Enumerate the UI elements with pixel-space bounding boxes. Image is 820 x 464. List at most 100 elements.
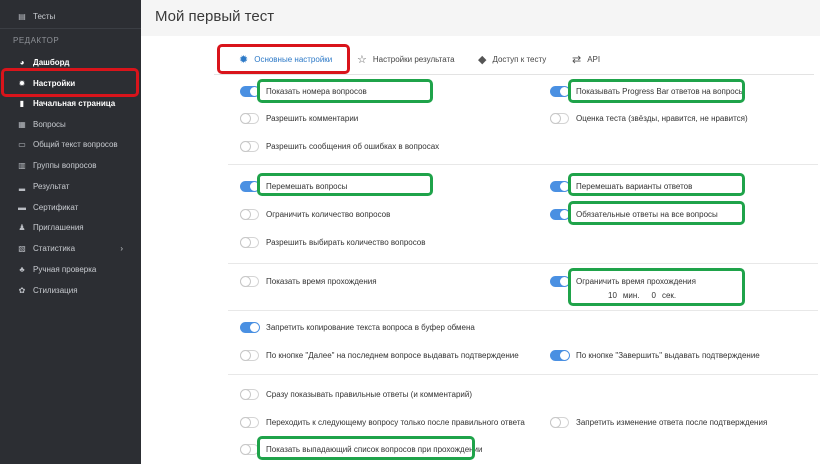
highlight-shuffle-answers (568, 173, 745, 196)
sidebar-item-label: Начальная страница (33, 98, 116, 108)
toggle-confirm-finish[interactable]: По кнопке "Завершить" выдавать подтвержд… (550, 348, 760, 362)
tab-api[interactable]: ⇄ API (572, 44, 600, 74)
highlight-show-numbers (257, 79, 433, 103)
list-icon: ▦ (18, 119, 26, 129)
section-divider (228, 374, 818, 375)
toggle-error-reports[interactable]: Разрешить сообщения об ошибках в вопроса… (240, 139, 439, 153)
section-divider (228, 164, 818, 165)
sidebar-item-invitations[interactable]: ♟ Приглашения (0, 217, 141, 237)
section-divider (228, 263, 818, 264)
users-icon: ♣ (19, 264, 25, 274)
tab-highlight (217, 44, 350, 74)
sidebar-item-manual-check[interactable]: ♣ Ручная проверка (0, 259, 141, 279)
setting-label: Разрешить комментарии (266, 113, 359, 123)
toggle-show-correct[interactable]: Сразу показывать правильные ответы (и ко… (240, 387, 472, 401)
toggle-rating[interactable]: Оценка теста (звёзды, нравится, не нрави… (550, 111, 748, 125)
sidebar-item-label: Приглашения (33, 222, 84, 232)
sidebar-item-styling[interactable]: ✿ Стилизация (0, 280, 141, 300)
toggle-switch[interactable] (550, 180, 570, 192)
palette-icon: ✿ (18, 285, 26, 295)
sidebar-divider (0, 28, 141, 29)
page-icon: ▮ (19, 98, 25, 108)
toggle-switch[interactable] (240, 388, 259, 400)
sidebar-item-label: Стилизация (33, 285, 78, 295)
toggle-switch[interactable] (240, 208, 259, 220)
toggle-switch[interactable] (240, 112, 259, 124)
sidebar-item-tests[interactable]: ▤ Тесты (0, 6, 141, 26)
setting-label: Запретить копирование текста вопроса в б… (266, 322, 475, 332)
toggle-switch[interactable] (550, 416, 569, 428)
highlight-required-answers (568, 201, 745, 225)
toggle-next-after-correct[interactable]: Переходить к следующему вопросу только п… (240, 415, 525, 429)
setting-label: Сразу показывать правильные ответы (и ко… (266, 389, 472, 399)
tab-access[interactable]: ◆ Доступ к тесту (478, 44, 546, 74)
toggle-switch[interactable] (240, 321, 260, 333)
toggle-switch[interactable] (240, 236, 259, 248)
toggle-switch[interactable] (240, 349, 259, 361)
setting-label: Переходить к следующему вопросу только п… (266, 417, 525, 427)
sidebar-item-label: Дашборд (33, 57, 70, 67)
setting-label: Показать время прохождения (266, 276, 377, 286)
setting-label: Разрешить сообщения об ошибках в вопроса… (266, 141, 440, 151)
sidebar-item-label: Результат (33, 181, 70, 191)
layers-icon: ▥ (18, 160, 26, 170)
setting-label: Запретить изменение ответа после подтвер… (576, 417, 768, 427)
toggle-switch[interactable] (550, 275, 570, 287)
tab-label: Доступ к тесту (492, 54, 547, 64)
toggle-show-time[interactable]: Показать время прохождения (240, 274, 377, 288)
stats-icon: ▧ (18, 243, 26, 253)
toggle-no-copy[interactable]: Запретить копирование текста вопроса в б… (240, 320, 475, 334)
toggle-switch[interactable] (550, 349, 570, 361)
sidebar-item-common-text[interactable]: ▭ Общий текст вопросов (0, 134, 141, 154)
dashboard-icon: ◕ (19, 57, 25, 67)
sidebar-item-label: Вопросы (33, 119, 66, 129)
toggle-allow-comments[interactable]: Разрешить комментарии (240, 111, 358, 125)
toggle-choose-count[interactable]: Разрешить выбирать количество вопросов (240, 235, 426, 249)
certificate-icon: ▬ (18, 202, 26, 212)
setting-label: Оценка теста (звёзды, нравится, не нрави… (576, 113, 748, 123)
toggle-switch[interactable] (550, 112, 569, 124)
toggle-switch[interactable] (240, 275, 259, 287)
sidebar-item-label: Сертификат (33, 202, 79, 212)
toggle-no-change-after-confirm[interactable]: Запретить изменение ответа после подтвер… (550, 415, 767, 429)
sidebar-item-certificate[interactable]: ▬ Сертификат (0, 197, 141, 217)
sidebar-item-question-groups[interactable]: ▥ Группы вопросов (0, 155, 141, 175)
sidebar-item-label: Общий текст вопросов (33, 139, 118, 149)
toggle-switch[interactable] (240, 416, 259, 428)
toggle-switch[interactable] (550, 208, 570, 220)
toggle-switch[interactable] (550, 85, 570, 97)
section-divider (228, 310, 818, 311)
toggle-limit-questions[interactable]: Ограничить количество вопросов (240, 207, 390, 221)
sidebar-item-result[interactable]: ▂ Результат (0, 176, 141, 196)
setting-label: По кнопке "Завершить" выдавать подтвержд… (576, 350, 760, 360)
shield-icon: ◆ (478, 53, 487, 66)
page-title: Мой первый тест (155, 8, 275, 25)
sidebar-item-statistics[interactable]: ▧ Статистика › (0, 238, 141, 258)
settings-highlight (1, 68, 139, 97)
highlight-show-progress (568, 79, 745, 103)
toggle-confirm-next[interactable]: По кнопке "Далее" на последнем вопросе в… (240, 348, 519, 362)
star-icon: ☆ (357, 53, 367, 66)
chevron-right-icon: › (120, 243, 123, 253)
highlight-dropdown-list (257, 436, 475, 460)
tab-result-settings[interactable]: ☆ Настройки результата (357, 44, 455, 74)
tab-label: API (587, 54, 601, 64)
invite-icon: ♟ (18, 222, 26, 232)
highlight-shuffle-questions (257, 173, 433, 196)
sidebar-item-label: Статистика (33, 243, 76, 253)
file-text-icon: ▭ (18, 139, 26, 149)
highlight-limit-time (568, 268, 745, 306)
swap-icon: ⇄ (572, 53, 582, 66)
sidebar-item-label: Тесты (33, 11, 56, 21)
sidebar-item-label: Группы вопросов (33, 160, 97, 170)
setting-label: По кнопке "Далее" на последнем вопросе в… (266, 350, 519, 360)
sidebar-item-questions[interactable]: ▦ Вопросы (0, 114, 141, 134)
bar-chart-icon: ▂ (18, 181, 26, 191)
setting-label: Ограничить количество вопросов (266, 209, 391, 219)
toggle-switch[interactable] (240, 140, 259, 152)
tab-label: Настройки результата (372, 54, 455, 64)
tabs-underline (214, 74, 814, 75)
file-icon: ▤ (18, 11, 26, 21)
setting-label: Разрешить выбирать количество вопросов (266, 237, 426, 247)
sidebar-item-label: Ручная проверка (33, 264, 97, 274)
